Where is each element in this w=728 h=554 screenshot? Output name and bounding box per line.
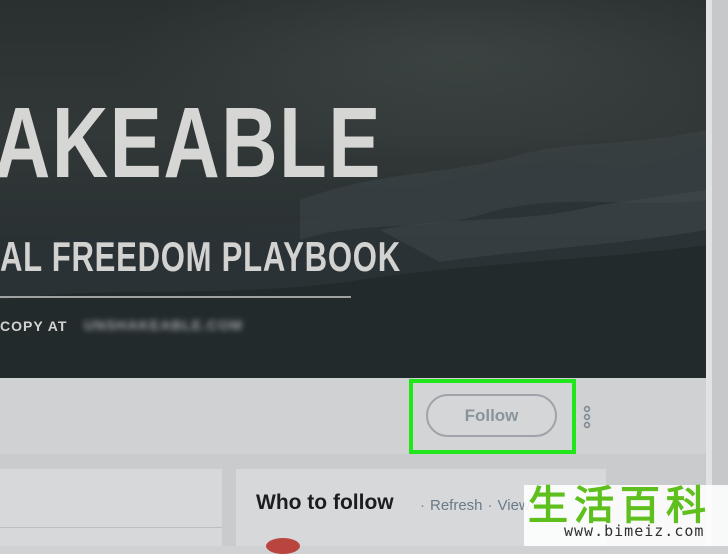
who-to-follow-title: Who to follow xyxy=(256,491,394,514)
more-options-icon[interactable] xyxy=(581,405,593,429)
banner-divider xyxy=(0,296,351,298)
banner-subtitle: AL FREEDOM PLAYBOOK xyxy=(0,233,401,280)
follow-button[interactable]: Follow xyxy=(426,394,557,437)
banner-title: AKEABLE xyxy=(0,87,382,199)
watermark-url: www.bimeiz.com xyxy=(564,522,705,540)
card-divider xyxy=(0,527,222,528)
profile-banner: AKEABLE AL FREEDOM PLAYBOOK COPY AT UNSH… xyxy=(0,0,706,378)
banner-copy-text: COPY AT xyxy=(0,318,68,334)
refresh-link[interactable]: Refresh xyxy=(430,497,483,514)
profile-nav-bar xyxy=(0,378,706,454)
avatar[interactable] xyxy=(266,538,300,554)
separator-dot: · xyxy=(487,497,493,514)
profile-sidebar-card xyxy=(0,469,222,546)
banner-blurred-url: UNSHAKEABLE.COM xyxy=(84,317,243,333)
page-gutter xyxy=(712,0,728,546)
separator-dot: · xyxy=(420,497,425,514)
